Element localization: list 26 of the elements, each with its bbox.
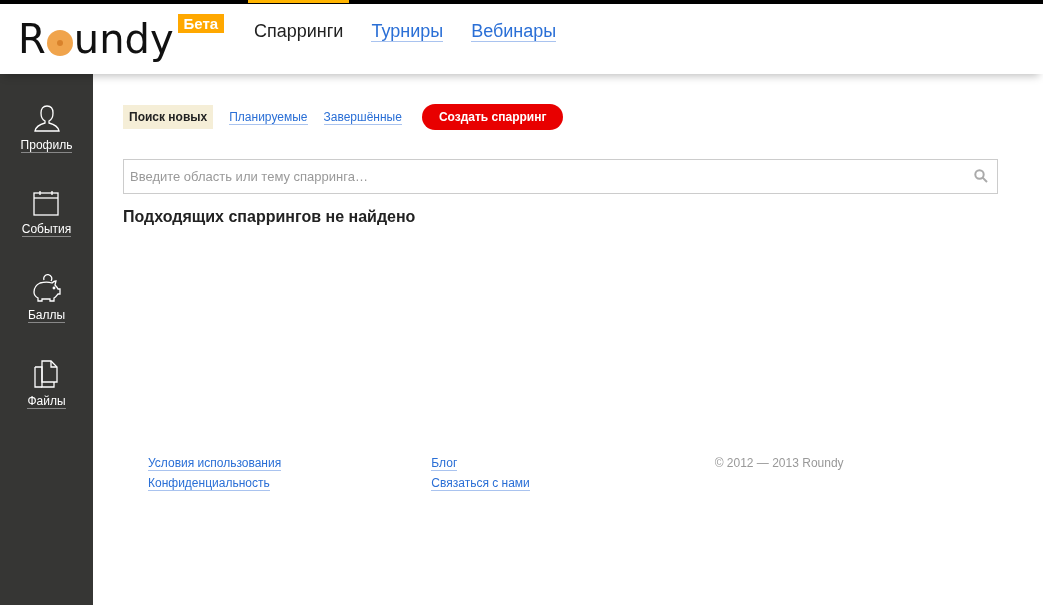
filter-tab[interactable]: Поиск новых <box>123 105 214 129</box>
search-field[interactable]: Введите область или тему спарринга… <box>123 159 998 194</box>
nav-tab[interactable]: Вебинары <box>465 0 563 74</box>
footer-link[interactable]: Связаться с нами <box>431 476 530 491</box>
files-icon <box>33 360 60 388</box>
sidebar-link[interactable]: Файлы <box>27 394 66 409</box>
beta-badge: Бета <box>177 14 225 33</box>
footer-link[interactable]: Конфиденциальность <box>148 476 270 491</box>
nav-tab[interactable]: Турниры <box>365 0 450 74</box>
piggy-bank-icon <box>31 274 62 302</box>
empty-message: Подходящих спаррингов не найдено <box>123 208 417 226</box>
filter-tab[interactable]: Завершённые <box>323 109 402 125</box>
filter-tab[interactable]: Планируемые <box>229 109 308 125</box>
search-icon[interactable] <box>974 169 988 183</box>
footer-link[interactable]: Условия использования <box>148 456 282 471</box>
copyright-text: © 2012 — 2013 Roundy <box>714 456 845 470</box>
user-icon <box>33 104 60 132</box>
sidebar-link[interactable]: События <box>21 222 72 237</box>
logo-circle-icon <box>46 30 73 56</box>
sidebar-link[interactable]: Профиль <box>20 138 73 153</box>
sidebar-link[interactable]: Баллы <box>27 308 66 323</box>
footer-link[interactable]: Блог <box>431 456 458 471</box>
nav-tab[interactable]: Спарринги <box>248 0 350 74</box>
logo-text[interactable]: R <box>18 19 46 59</box>
create-sparring-button[interactable]: Создать спарринг <box>421 104 564 130</box>
calendar-icon <box>33 190 60 216</box>
